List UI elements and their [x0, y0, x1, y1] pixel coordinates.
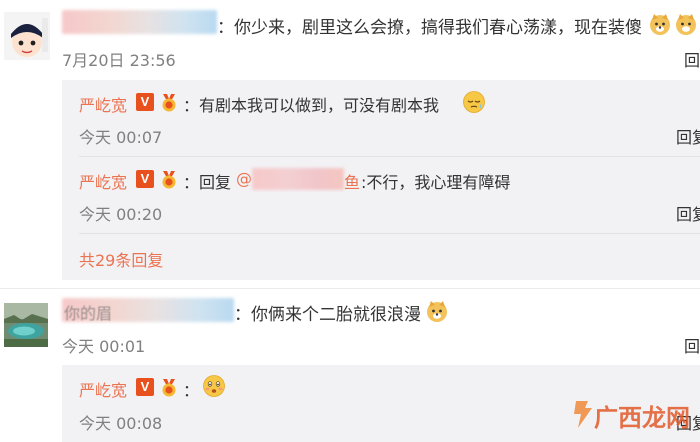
watermark-text: 广西龙网 — [594, 404, 690, 432]
verified-v-icon: V — [136, 378, 154, 396]
doge-emoji-icon — [427, 301, 447, 322]
doge-emoji-icon — [676, 14, 696, 35]
verified-v-icon: V — [136, 93, 154, 111]
sleepy-emoji-icon — [463, 91, 485, 113]
reply-text-prefix: ：回复 — [183, 173, 232, 192]
mention-at[interactable]: @ — [236, 169, 252, 188]
reply-button[interactable]: 回复 — [684, 47, 700, 71]
commenter-name-blurred[interactable] — [62, 10, 217, 34]
reply-timestamp: 今天 00:07 — [79, 128, 163, 147]
view-more-replies-link[interactable]: 共29条回复 — [79, 247, 163, 271]
commenter-avatar[interactable] — [4, 12, 50, 60]
verified-v-icon: V — [136, 170, 154, 188]
mention-suffix[interactable]: 鱼 — [344, 169, 360, 193]
comment-timestamp: 7月20日 23:56 — [62, 51, 176, 70]
reply-text: ： — [183, 381, 200, 400]
reply-text: ：有剧本我可以做到，可没有剧本我 — [183, 96, 440, 115]
doge-emoji-icon — [650, 14, 670, 35]
comment-divider — [0, 288, 700, 289]
comment-timestamp: 今天 00:01 — [62, 337, 146, 356]
medal-badge-icon — [162, 171, 176, 189]
watermark-logo: 广西龙网 — [570, 398, 698, 432]
reply-button[interactable]: 回复 — [676, 124, 700, 148]
mention-username-blurred[interactable] — [252, 168, 344, 190]
reply-button[interactable]: 回复 — [684, 333, 700, 357]
medal-badge-icon — [162, 379, 176, 397]
reply-timestamp: 今天 00:08 — [79, 414, 163, 433]
comment-text: ：你俩来个二胎就很浪漫 — [234, 305, 421, 325]
reply-username[interactable]: 严屹宽 — [79, 169, 127, 193]
commenter-avatar[interactable] — [4, 303, 48, 347]
commenter-name-visible[interactable]: 你的眉 — [64, 300, 112, 324]
medal-badge-icon — [162, 94, 176, 112]
flushed-emoji-icon — [203, 375, 225, 397]
reply-button[interactable]: 回复 — [676, 201, 700, 225]
reply-username[interactable]: 严屹宽 — [79, 92, 127, 116]
divider — [79, 233, 700, 234]
reply-timestamp: 今天 00:20 — [79, 205, 163, 224]
comment-text: ：你少来，剧里这么会撩，搞得我们春心荡漾，现在装傻 — [217, 18, 642, 38]
reply-text: :不行，我心理有障碍 — [361, 173, 511, 192]
reply-username[interactable]: 严屹宽 — [79, 377, 127, 401]
divider — [79, 156, 700, 157]
